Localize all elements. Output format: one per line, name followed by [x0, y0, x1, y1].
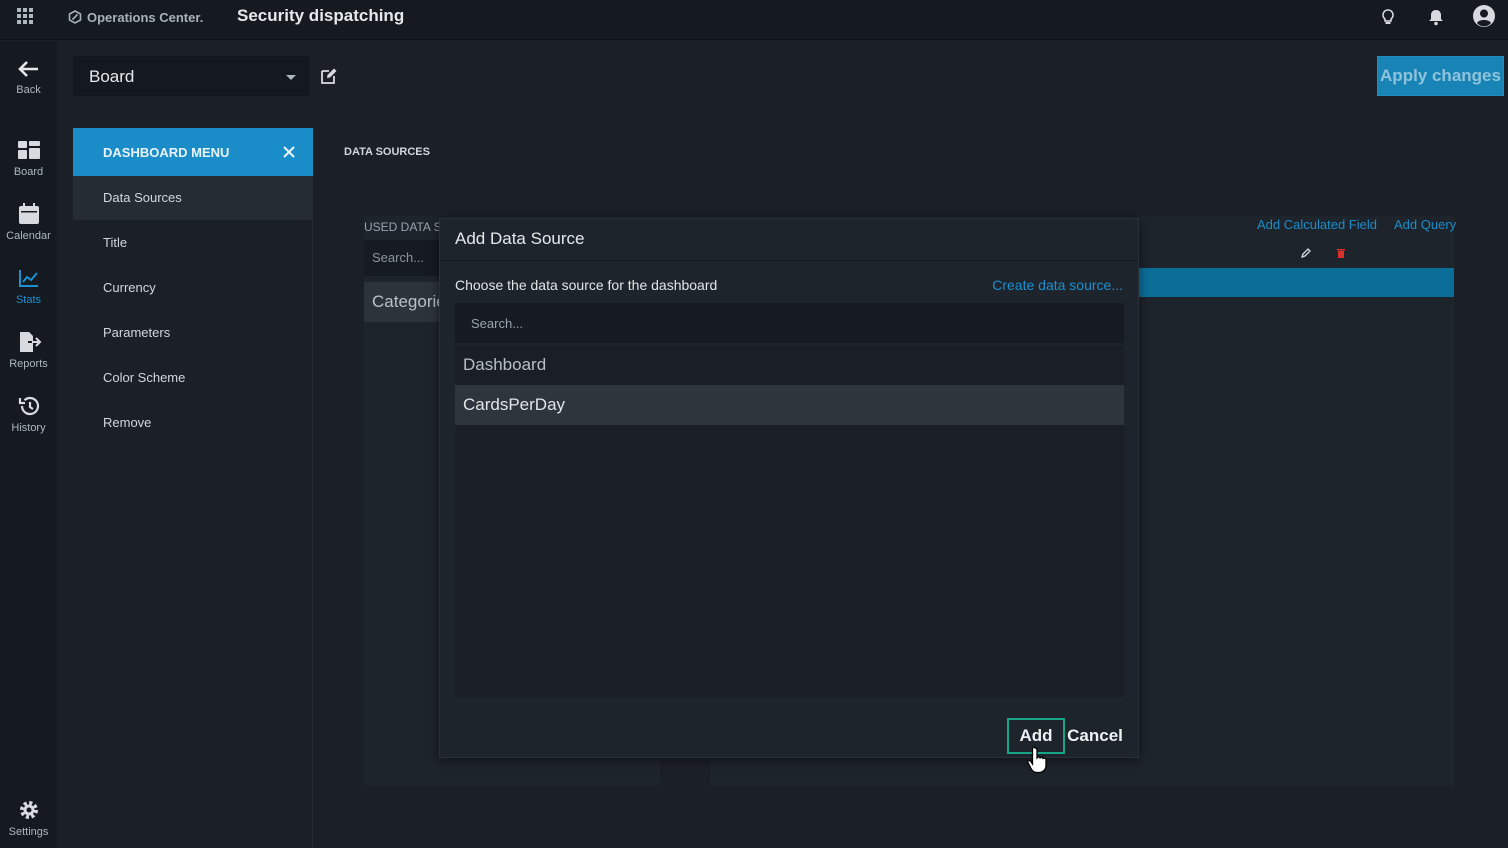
apply-changes-button[interactable]: Apply changes [1377, 56, 1504, 96]
gear-icon [19, 801, 38, 819]
sidebar-item-back[interactable]: Back [0, 59, 57, 109]
sidebar-item-label: Reports [9, 358, 48, 370]
create-data-source-link[interactable]: Create data source... [992, 277, 1123, 293]
page-title: Security dispatching [237, 6, 405, 25]
lightbulb-icon[interactable] [1377, 6, 1399, 28]
sidebar-item-settings[interactable]: Settings [0, 799, 57, 848]
line-chart-icon [18, 270, 38, 287]
dialog-title: Add Data Source [455, 229, 585, 248]
list-item-cardsperday[interactable]: CardsPerDay [455, 385, 1124, 425]
categories-item[interactable]: Categorie [364, 282, 444, 322]
board-select-value: Board [89, 67, 135, 86]
menu-item-parameters[interactable]: Parameters [73, 311, 313, 355]
left-sidebar: Back Board Calendar Stats Reports Histor… [0, 41, 57, 848]
sidebar-item-reports[interactable]: Reports [0, 331, 57, 381]
history-icon [18, 396, 39, 416]
sidebar-item-label: Back [16, 84, 41, 96]
sidebar-item-calendar[interactable]: Calendar [0, 203, 57, 253]
sidebar-item-label: Settings [8, 826, 49, 838]
menu-item-color-scheme[interactable]: Color Scheme [73, 356, 313, 400]
board-select[interactable]: Board [73, 56, 309, 96]
top-bar: Operations Center. Security dispatching [0, 0, 1508, 40]
brand-name: Operations Center. [87, 9, 204, 25]
sidebar-item-history[interactable]: History [0, 395, 57, 445]
operations-center-logo-icon [68, 10, 82, 24]
brand-logo[interactable]: Operations Center. [68, 8, 203, 26]
dashboard-menu-header: DASHBOARD MENU [73, 128, 313, 176]
sidebar-item-label: Stats [15, 294, 42, 306]
chevron-down-icon [286, 75, 296, 80]
dialog-header: Add Data Source [440, 219, 1138, 261]
add-query-link[interactable]: Add Query [1394, 217, 1456, 232]
user-avatar-icon[interactable] [1472, 4, 1496, 28]
data-sources-heading: DATA SOURCES [344, 146, 430, 158]
export-icon [19, 332, 41, 352]
data-source-search-input[interactable] [455, 303, 1124, 343]
bell-icon[interactable] [1425, 6, 1447, 28]
selected-source-bar [1139, 268, 1454, 297]
close-icon[interactable] [282, 145, 296, 159]
data-source-list: Dashboard CardsPerDay [455, 345, 1124, 697]
edit-icon[interactable] [320, 67, 338, 85]
used-sources-search-input[interactable]: Search... [364, 240, 444, 276]
dashboard-menu: DASHBOARD MENU Data Sources Title Curren… [73, 128, 313, 848]
dashboard-menu-title: DASHBOARD MENU [103, 145, 230, 160]
hand-cursor-icon [1027, 746, 1047, 774]
sidebar-item-label: Calendar [6, 230, 51, 242]
menu-item-data-sources[interactable]: Data Sources [73, 176, 313, 220]
sidebar-item-label: History [11, 422, 46, 434]
sidebar-item-stats[interactable]: Stats [0, 267, 57, 317]
dialog-subtitle: Choose the data source for the dashboard [455, 277, 718, 293]
calendar-icon [18, 203, 39, 224]
add-data-source-dialog: Add Data Source Choose the data source f… [439, 218, 1139, 758]
trash-icon[interactable] [1335, 247, 1347, 259]
dashboard-icon [17, 141, 40, 159]
arrow-left-icon [17, 61, 38, 77]
add-calculated-field-link[interactable]: Add Calculated Field [1257, 217, 1377, 232]
pencil-icon[interactable] [1300, 247, 1312, 259]
menu-item-remove[interactable]: Remove [73, 401, 313, 445]
list-item-dashboard[interactable]: Dashboard [455, 345, 1124, 385]
menu-item-title[interactable]: Title [73, 221, 313, 265]
used-data-sources-label: USED DATA S [364, 220, 442, 234]
card-divider [660, 760, 710, 788]
sidebar-item-label: Board [13, 166, 44, 178]
sidebar-item-board[interactable]: Board [0, 139, 57, 189]
cancel-button[interactable]: Cancel [1066, 718, 1124, 754]
menu-item-currency[interactable]: Currency [73, 266, 313, 310]
apps-grid-icon[interactable] [17, 8, 33, 24]
